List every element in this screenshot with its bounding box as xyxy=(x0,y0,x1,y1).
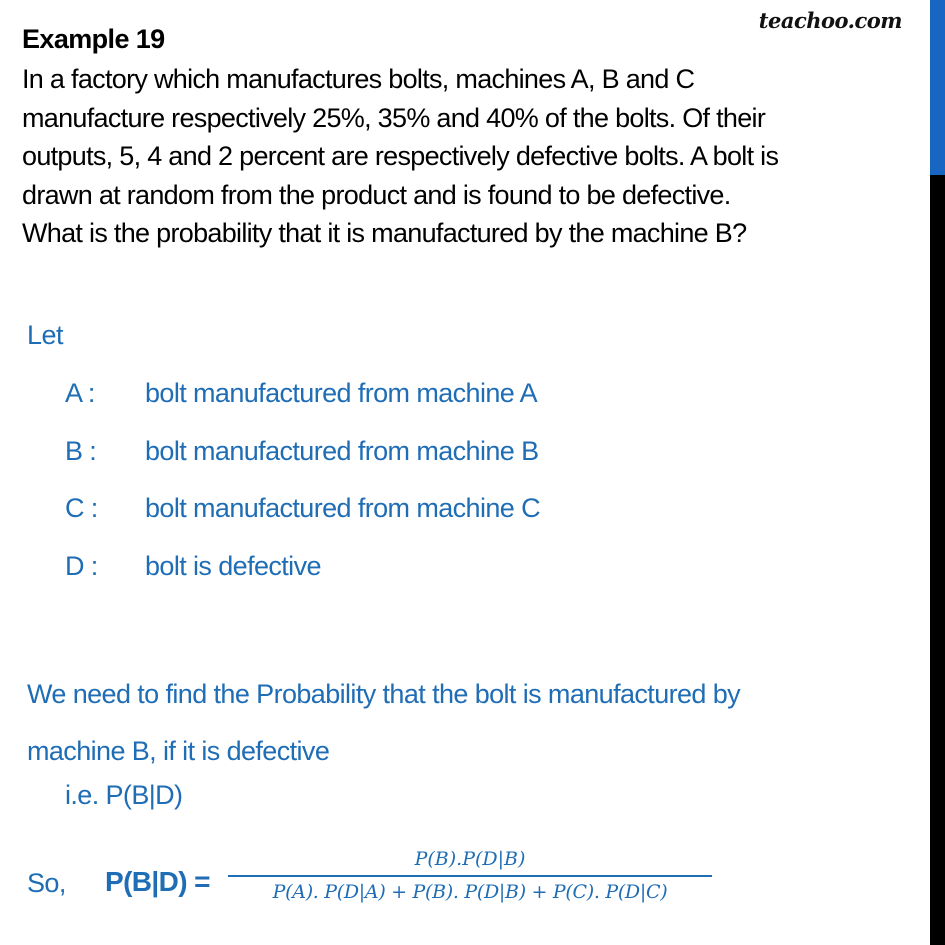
definition-a: A : bolt manufactured from machine A xyxy=(65,378,538,409)
bayes-fraction: P(B).P(D|B) P(A). P(D|A) + P(B). P(D|B) … xyxy=(228,848,712,903)
question-line: manufacture respectively 25%, 35% and 40… xyxy=(22,102,766,133)
definition-d: D : bolt is defective xyxy=(65,551,322,582)
definition-key: C : xyxy=(65,493,98,523)
question-line: In a factory which manufactures bolts, m… xyxy=(22,64,695,94)
scrollbar-thumb[interactable] xyxy=(930,0,945,175)
definition-c: C : bolt manufactured from machine C xyxy=(65,493,541,524)
definition-text: bolt manufactured from machine B xyxy=(145,436,539,466)
need-line: We need to find the Probability that the… xyxy=(27,679,741,709)
question-line: drawn at random from the product and is … xyxy=(22,179,731,210)
definition-text: bolt is defective xyxy=(145,551,322,581)
example-title: Example 19 xyxy=(22,24,165,54)
let-label: Let xyxy=(27,320,64,350)
need-statement: We need to find the Probability that the… xyxy=(27,666,907,780)
definition-b: B : bolt manufactured from machine B xyxy=(65,436,539,467)
formula-numerator: P(B).P(D|B) xyxy=(414,848,526,870)
formula-lhs: P(B|D) = xyxy=(105,866,211,897)
question-text: In a factory which manufactures bolts, m… xyxy=(22,60,922,253)
scrollbar-track[interactable] xyxy=(930,0,945,945)
question-line: What is the probability that it is manuf… xyxy=(22,218,747,249)
formula-denominator: P(A). P(D|A) + P(B). P(D|B) + P(C). P(D|… xyxy=(272,881,668,903)
ie-expression: i.e. P(B|D) xyxy=(65,780,183,810)
slide-page: teachoo.com Example 19 In a factory whic… xyxy=(0,0,930,945)
definition-key: A : xyxy=(65,378,95,408)
definition-text: bolt manufactured from machine A xyxy=(145,378,538,408)
definition-key: D : xyxy=(65,551,98,581)
brand-logo: teachoo.com xyxy=(758,8,903,33)
so-label: So, xyxy=(27,868,66,898)
definition-key: B : xyxy=(65,436,97,466)
definition-text: bolt manufactured from machine C xyxy=(145,493,541,523)
question-line: outputs, 5, 4 and 2 percent are respecti… xyxy=(22,141,779,172)
need-line: machine B, if it is defective xyxy=(27,736,330,766)
